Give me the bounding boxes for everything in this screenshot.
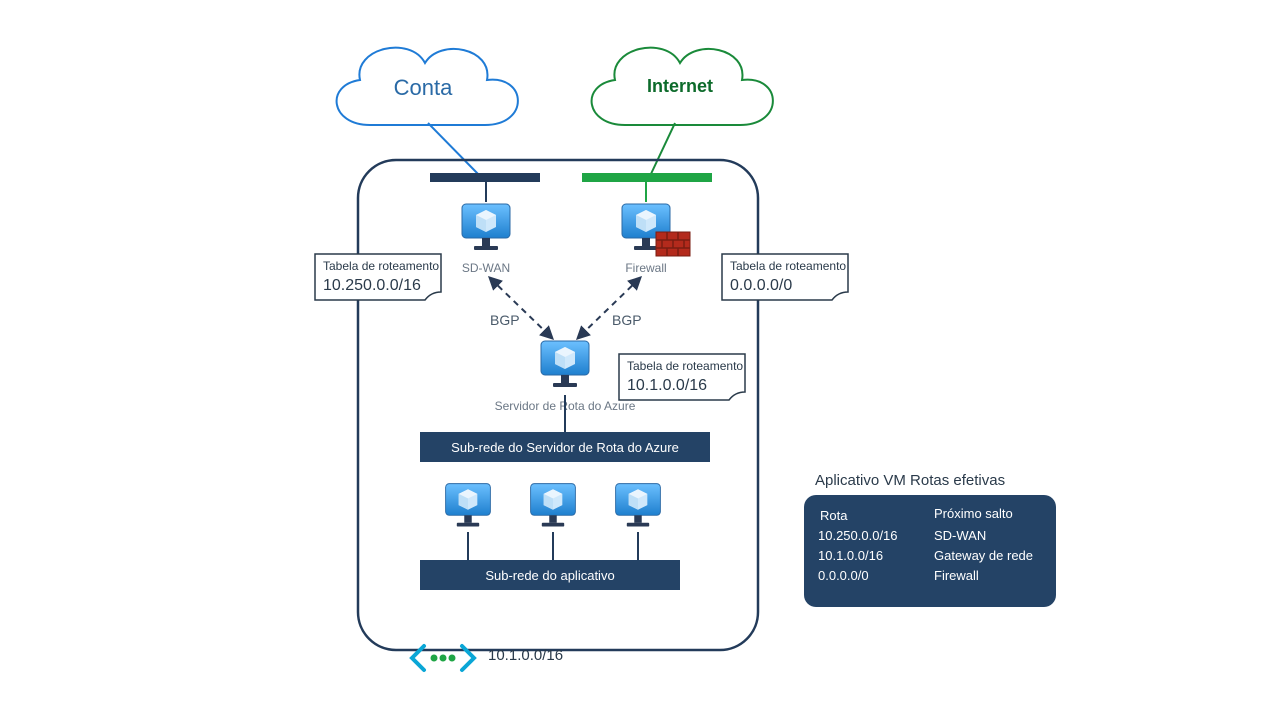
- er-row0-route: 10.250.0.0/16: [818, 528, 898, 543]
- bgp-link-left: [490, 278, 552, 338]
- nic-bar-firewall: [582, 173, 712, 182]
- vm-route-server-icon: [541, 341, 589, 387]
- link-conta: [428, 123, 480, 176]
- subnet-app-label: Sub-rede do aplicativo: [485, 568, 614, 583]
- route-table-left-title: Tabela de roteamento: [323, 259, 439, 273]
- vm-app-3-icon: [616, 484, 661, 527]
- vm-sdwan-icon: [462, 204, 510, 250]
- vm-firewall-label: Firewall: [625, 261, 666, 275]
- er-row2-route: 0.0.0.0/0: [818, 568, 869, 583]
- vm-sdwan-label: SD-WAN: [462, 261, 510, 275]
- effective-routes-title: Aplicativo VM Rotas efetivas: [815, 472, 1005, 489]
- subnet-route-server-label: Sub-rede do Servidor de Rota do Azure: [451, 440, 679, 455]
- bgp-right-label: BGP: [612, 312, 642, 328]
- vm-app-1-icon: [446, 484, 491, 527]
- bgp-left-label: BGP: [490, 312, 520, 328]
- er-row2-nexthop: Firewall: [934, 568, 979, 583]
- cloud-conta: Conta: [337, 48, 518, 125]
- route-table-center: Tabela de roteamento 10.1.0.0/16: [619, 354, 745, 400]
- cloud-conta-label: Conta: [394, 75, 453, 100]
- route-table-right: Tabela de roteamento 0.0.0.0/0: [722, 254, 848, 300]
- route-table-left: Tabela de roteamento 10.250.0.0/16: [315, 254, 441, 300]
- cloud-internet: Internet: [592, 48, 773, 125]
- er-row0-nexthop: SD-WAN: [934, 528, 986, 543]
- nic-bar-sdwan: [430, 173, 540, 182]
- route-table-center-value: 10.1.0.0/16: [627, 377, 707, 394]
- link-internet: [650, 123, 675, 176]
- route-table-right-title: Tabela de roteamento: [730, 259, 846, 273]
- er-row1-route: 10.1.0.0/16: [818, 548, 883, 563]
- firewall-icon: [656, 232, 690, 256]
- route-table-right-value: 0.0.0.0/0: [730, 277, 792, 294]
- effective-routes-header-route: Rota: [820, 508, 848, 523]
- effective-routes-header-nexthop: Próximo salto: [934, 506, 1013, 521]
- er-row1-nexthop: Gateway de rede: [934, 548, 1033, 563]
- bgp-link-right: [578, 278, 640, 338]
- route-table-center-title: Tabela de roteamento: [627, 359, 743, 373]
- vm-app-2-icon: [531, 484, 576, 527]
- cloud-internet-label: Internet: [647, 76, 713, 96]
- vnet-cidr: 10.1.0.0/16: [488, 647, 563, 664]
- route-table-left-value: 10.250.0.0/16: [323, 277, 421, 294]
